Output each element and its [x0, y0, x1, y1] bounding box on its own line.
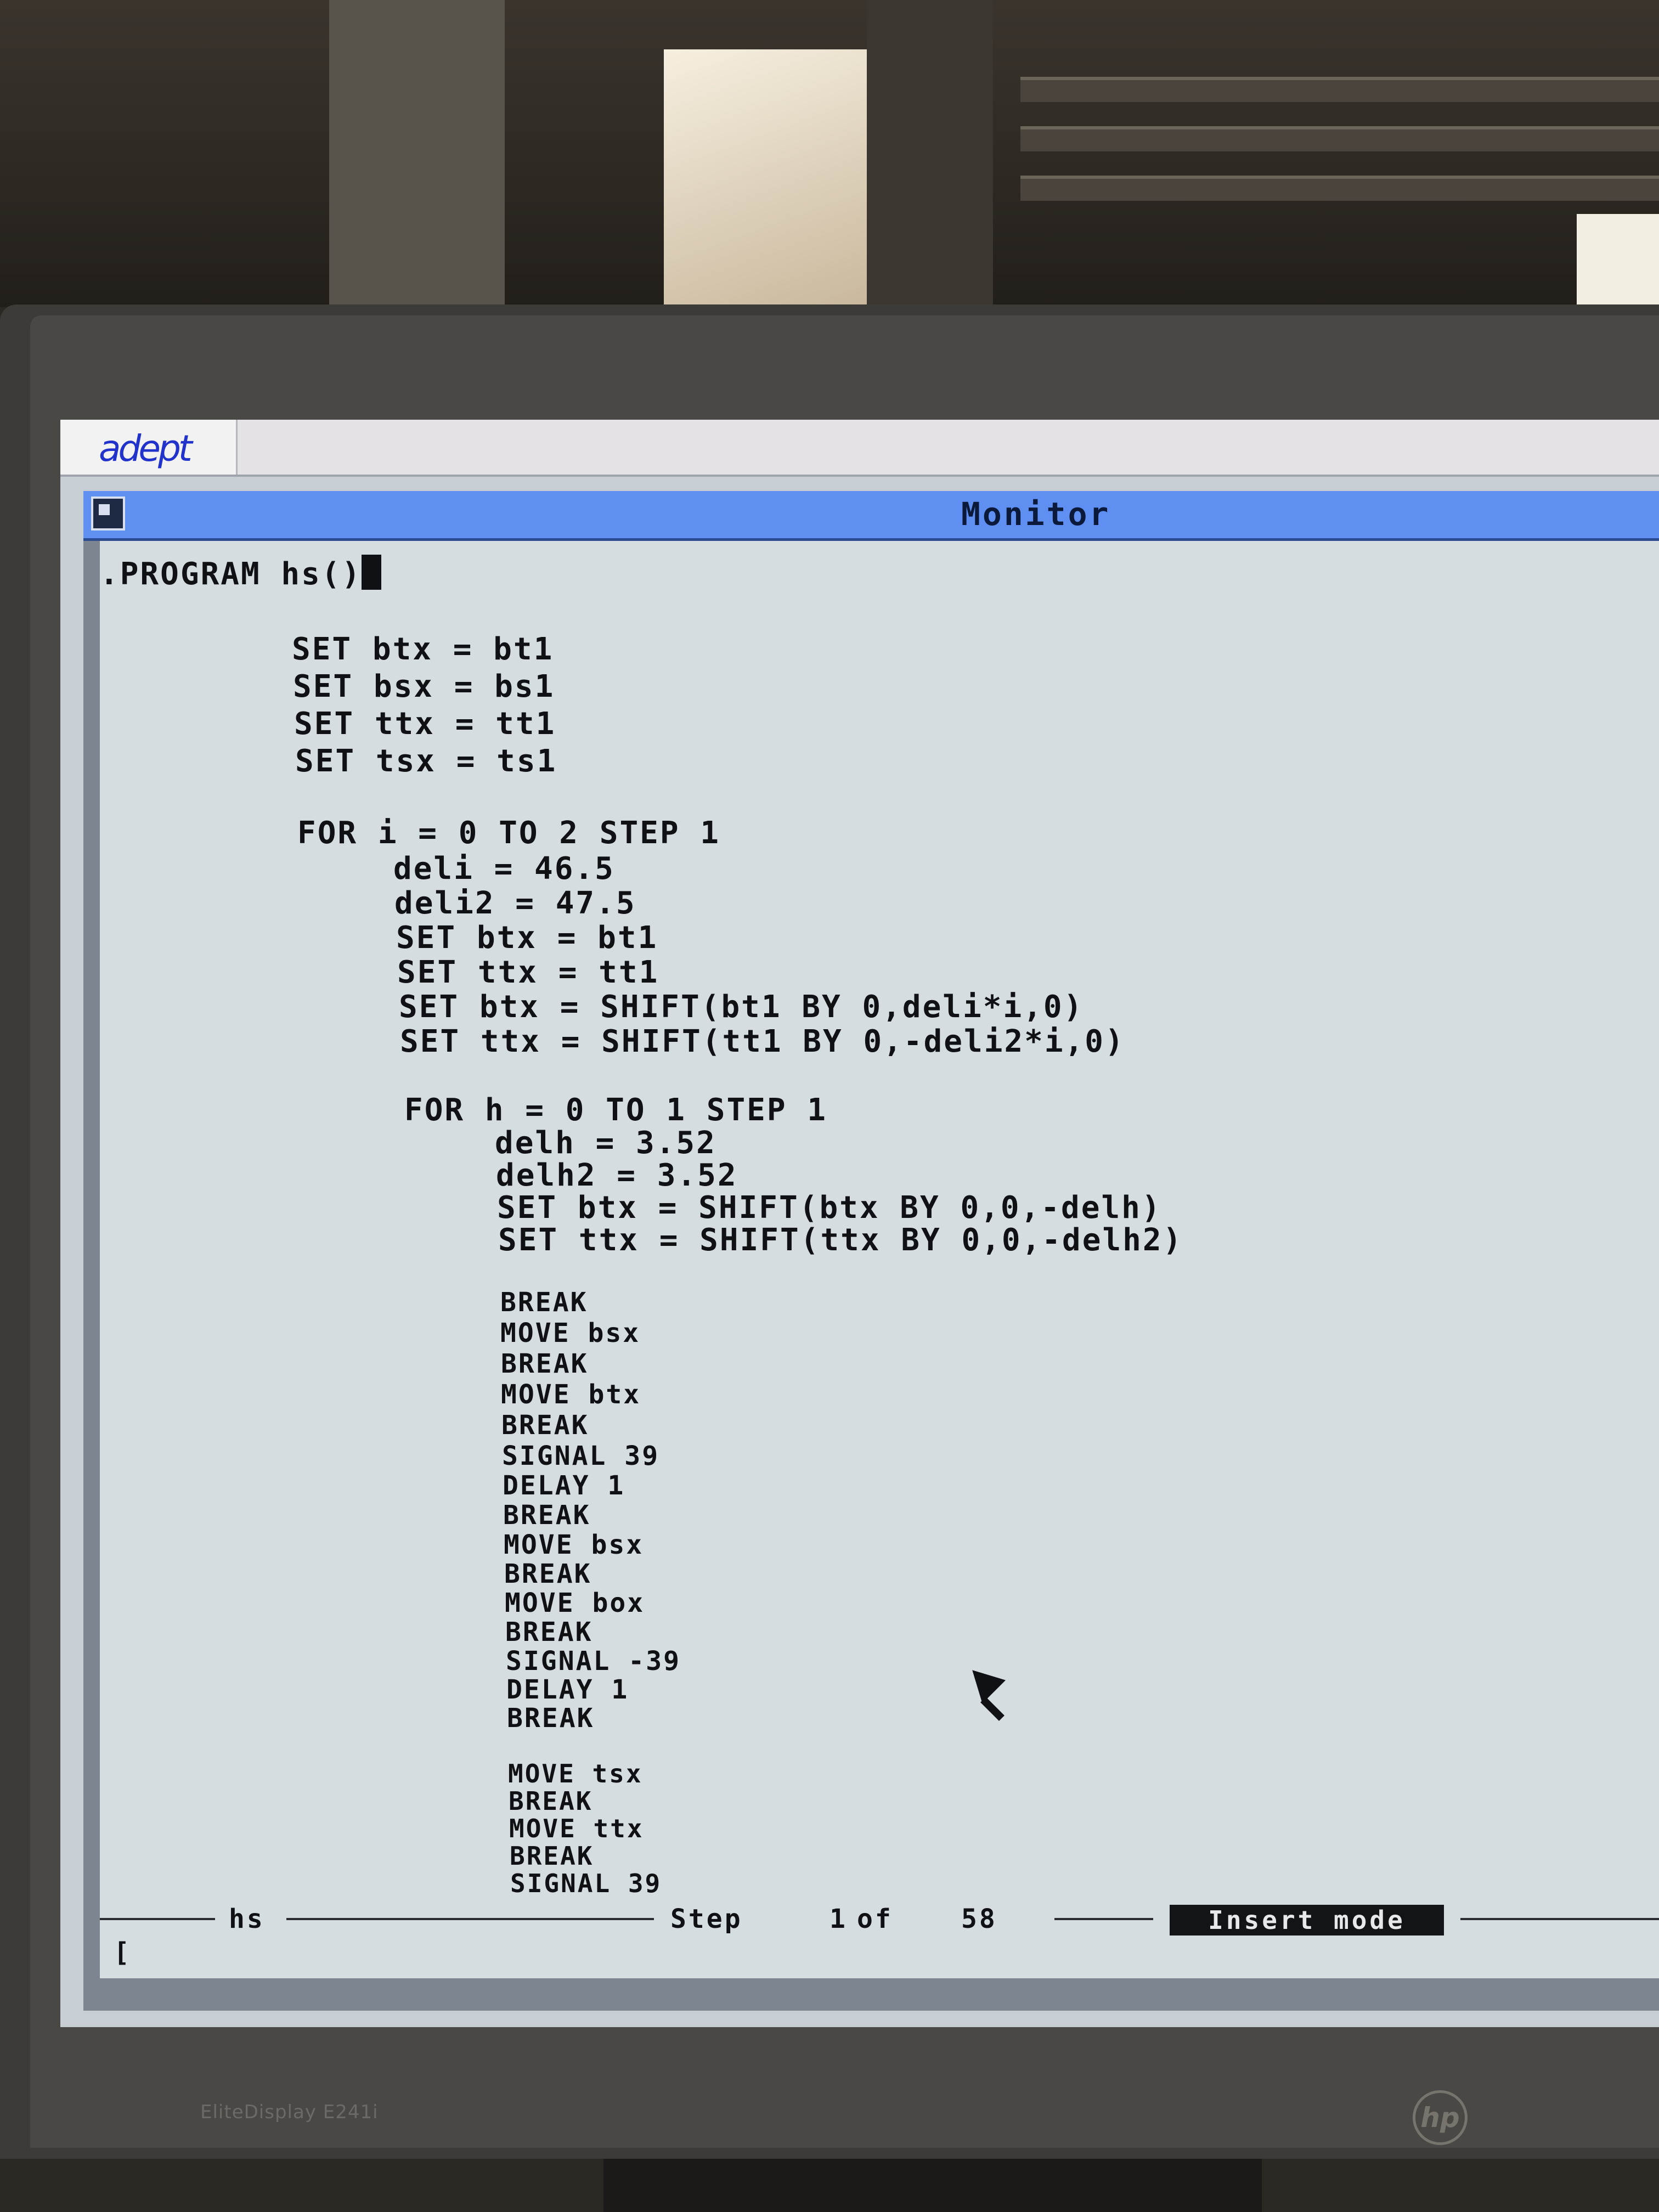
code-line: DELAY 1	[503, 1470, 625, 1501]
monitor-model-label: EliteDisplay E241i	[200, 2101, 379, 2123]
code-line: SET btx = bt1	[292, 631, 554, 667]
code-line: SET tsx = ts1	[295, 743, 557, 779]
command-line-input[interactable]: [	[114, 1937, 129, 1968]
code-line: BREAK	[501, 1348, 589, 1379]
code-line: BREAK	[507, 1703, 595, 1734]
window-title: Monitor	[961, 495, 1111, 533]
code-line: SIGNAL -39	[506, 1646, 681, 1677]
code-line: MOVE box	[505, 1588, 645, 1618]
status-rule	[1460, 1918, 1659, 1920]
window-light	[1577, 214, 1659, 307]
code-line: DELAY 1	[506, 1674, 629, 1705]
code-line: SET btx = SHIFT(bt1 BY 0,deli*i,0)	[399, 989, 1084, 1025]
adept-logo: adept	[99, 427, 193, 470]
status-of-label: of	[857, 1904, 893, 1934]
code-line: SET ttx = tt1	[294, 706, 556, 742]
mouse-pointer-icon	[960, 1658, 1006, 1704]
code-line: SIGNAL 39	[502, 1441, 660, 1471]
adept-logo-tab[interactable]: adept	[60, 420, 238, 475]
window-light	[664, 49, 867, 304]
status-bar: hs Step 1 of 58 Insert mode	[100, 1901, 1659, 1940]
code-line: BREAK	[509, 1786, 593, 1816]
code-line: MOVE bsx	[504, 1530, 644, 1560]
room-background	[0, 0, 1659, 307]
code-line: deli2 = 47.5	[394, 885, 636, 921]
code-line: delh = 3.52	[495, 1125, 716, 1161]
code-line: FOR i = 0 TO 2 STEP 1	[297, 815, 721, 851]
status-step-label: Step	[670, 1904, 743, 1934]
status-program-name: hs	[229, 1904, 265, 1934]
code-line: SET bsx = bs1	[293, 669, 555, 704]
code-line: BREAK	[500, 1287, 588, 1318]
code-line: MOVE tsx	[508, 1759, 643, 1788]
code-line: SET btx = SHIFT(btx BY 0,0,-delh)	[497, 1190, 1162, 1226]
code-line: SET ttx = SHIFT(tt1 BY 0,-deli2*i,0)	[400, 1024, 1125, 1059]
code-line: BREAK	[501, 1410, 589, 1441]
window-titlebar[interactable]: Monitor	[83, 491, 1659, 541]
code-line: SET btx = bt1	[396, 920, 658, 956]
status-step-total: 58	[961, 1904, 997, 1934]
status-rule	[100, 1918, 215, 1920]
status-rule	[1054, 1918, 1153, 1920]
ceiling-duct	[1020, 176, 1659, 201]
top-menu-bar: adept	[60, 420, 1659, 477]
ceiling-duct	[1020, 77, 1659, 102]
hp-logo-icon: hp	[1413, 2090, 1468, 2145]
code-line: SET ttx = SHIFT(ttx BY 0,0,-delh2)	[498, 1222, 1183, 1258]
insert-mode-badge: Insert mode	[1170, 1905, 1444, 1936]
mouse-pointer-tail	[980, 1697, 1005, 1721]
monitor-stand	[603, 2159, 1262, 2212]
pillar	[867, 0, 993, 304]
status-rule	[286, 1918, 654, 1920]
code-line: MOVE bsx	[500, 1318, 641, 1348]
code-line: BREAK	[505, 1617, 593, 1647]
text-cursor	[362, 555, 382, 590]
window-menu-icon[interactable]	[91, 496, 125, 531]
code-line: BREAK	[503, 1500, 591, 1531]
monitor-window: Monitor .PROGRAM hs() SET btx = bt1 SET …	[83, 491, 1659, 2011]
code-line: MOVE ttx	[509, 1814, 644, 1843]
pillar	[329, 0, 505, 304]
ceiling-duct	[1020, 126, 1659, 151]
code-line: deli = 46.5	[393, 851, 615, 887]
status-step-current: 1	[830, 1904, 848, 1934]
code-editor[interactable]: .PROGRAM hs() SET btx = bt1 SET bsx = bs…	[100, 541, 1659, 1978]
code-line: delh2 = 3.52	[496, 1158, 738, 1193]
code-line: BREAK	[504, 1559, 592, 1589]
code-line: FOR h = 0 TO 1 STEP 1	[404, 1092, 828, 1128]
screen: adept Monitor .PROGRAM hs() SET btx = bt…	[60, 420, 1659, 2027]
code-line: MOVE btx	[501, 1379, 641, 1410]
code-line: .PROGRAM hs()	[100, 555, 382, 592]
code-line: SIGNAL 39	[510, 1869, 662, 1898]
code-line: SET ttx = tt1	[397, 955, 659, 990]
code-line: BREAK	[510, 1841, 594, 1871]
